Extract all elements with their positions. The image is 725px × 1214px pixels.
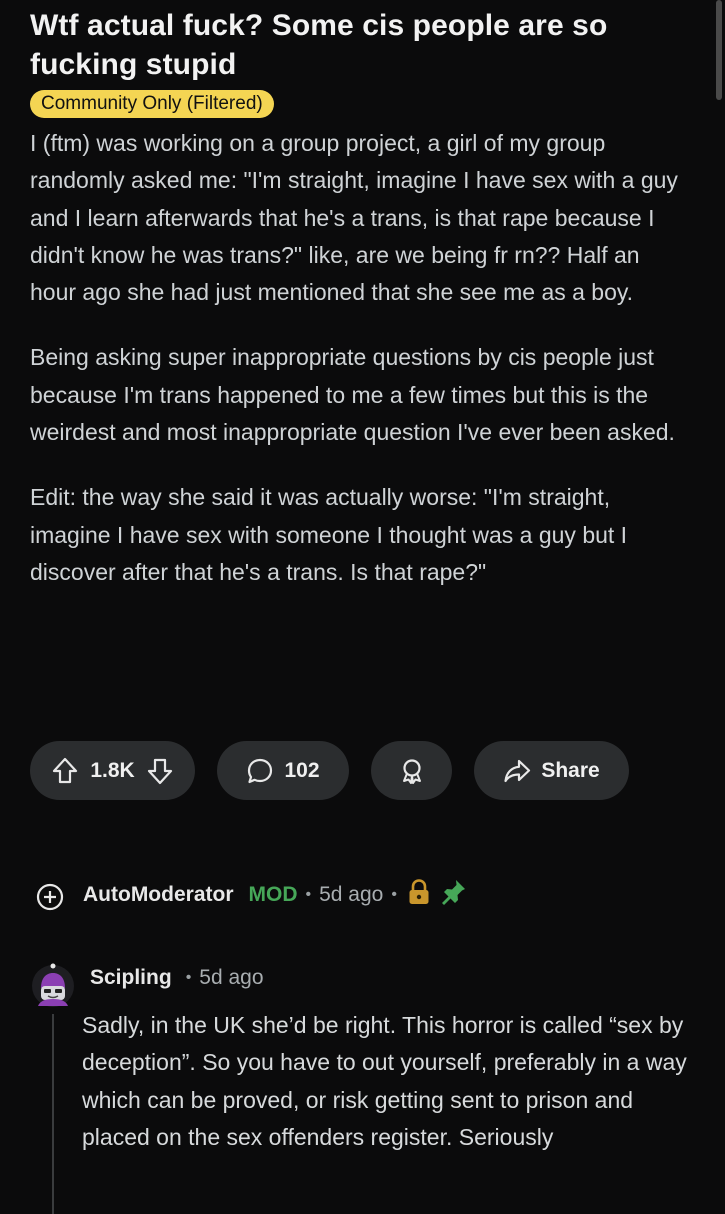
comment-icon — [246, 757, 274, 785]
post-action-bar: 1.8K 102 Share — [30, 741, 670, 800]
vote-pill: 1.8K — [30, 741, 195, 800]
comment-count: 102 — [284, 758, 320, 782]
share-icon — [503, 758, 531, 784]
upvote-icon[interactable] — [52, 757, 78, 785]
mod-badge: MOD — [248, 883, 298, 906]
separator-dot: • — [185, 969, 192, 986]
expand-icon[interactable] — [36, 883, 64, 911]
automod-timestamp: 5d ago — [319, 883, 384, 906]
comment-timestamp: 5d ago — [199, 966, 264, 989]
separator-dot: • — [305, 886, 312, 903]
award-icon — [398, 757, 426, 785]
comment-header: Scipling • 5d ago — [90, 966, 264, 990]
post-paragraph: I (ftm) was working on a group project, … — [30, 130, 678, 306]
lock-icon — [407, 878, 431, 912]
share-label: Share — [541, 758, 600, 782]
vote-count: 1.8K — [90, 758, 135, 782]
automod-comment-header: AutoModerator MOD • 5d ago • — [36, 878, 467, 912]
award-button[interactable] — [371, 741, 452, 800]
comment-body: Sadly, in the UK she’d be right. This ho… — [82, 1012, 687, 1150]
post-body: I (ftm) was working on a group project, … — [30, 125, 690, 591]
comments-button[interactable]: 102 — [217, 741, 349, 800]
automod-username[interactable]: AutoModerator — [83, 883, 234, 907]
share-button[interactable]: Share — [474, 741, 629, 800]
thread-line[interactable] — [52, 1014, 54, 1214]
avatar[interactable] — [30, 962, 76, 1008]
comment-username[interactable]: Scipling — [90, 966, 172, 990]
post-flair[interactable]: Community Only (Filtered) — [30, 90, 274, 118]
post-paragraph: Edit: the way she said it was actually w… — [30, 484, 628, 585]
post-paragraph: Being asking super inappropriate questio… — [30, 344, 675, 446]
pin-icon — [439, 878, 467, 912]
separator-dot: • — [391, 886, 397, 903]
post: Wtf actual fuck? Some cis people are so … — [30, 6, 690, 591]
post-title: Wtf actual fuck? Some cis people are so … — [30, 9, 608, 81]
downvote-icon[interactable] — [147, 757, 173, 785]
scrollbar[interactable] — [716, 0, 722, 100]
